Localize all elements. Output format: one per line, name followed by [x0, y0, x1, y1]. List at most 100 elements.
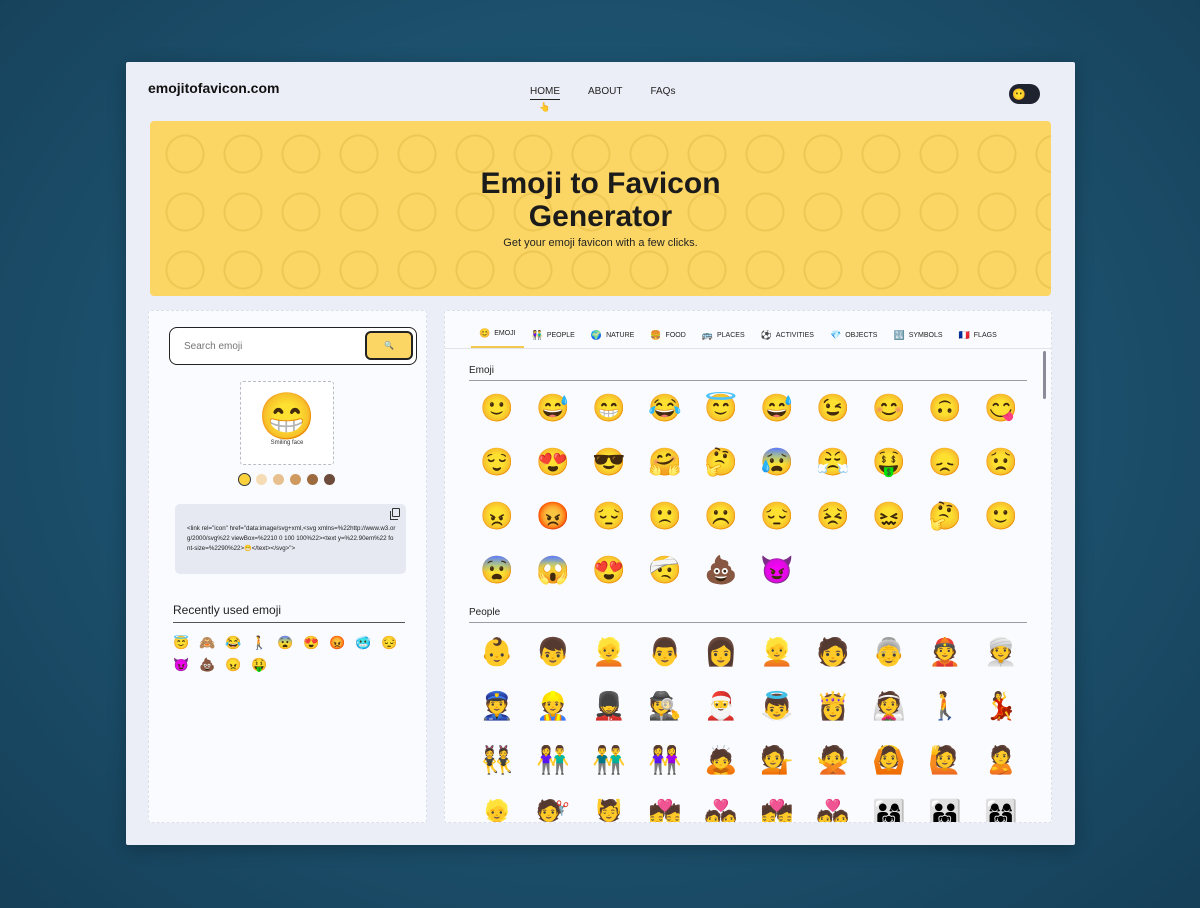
emoji-cell[interactable]: 👱 — [469, 799, 525, 822]
recent-emoji[interactable]: 😠 — [225, 657, 251, 673]
search-button[interactable]: 🔍 — [365, 331, 413, 360]
tab-places[interactable]: 🚌 PLACES — [694, 330, 753, 348]
emoji-cell[interactable]: 😅 — [525, 393, 581, 447]
recent-emoji[interactable]: 😇 — [173, 635, 199, 651]
theme-toggle[interactable]: 😶 — [1009, 84, 1040, 104]
skin-tone-swatch[interactable] — [273, 474, 284, 485]
search-input[interactable] — [170, 340, 360, 352]
emoji-cell[interactable]: 👱 — [581, 637, 637, 691]
emoji-cell[interactable]: 😈 — [749, 555, 805, 609]
tab-people[interactable]: 👫 PEOPLE — [524, 330, 583, 348]
emoji-cell[interactable]: 🎅 — [693, 691, 749, 745]
emoji-cell[interactable]: 😅 — [749, 393, 805, 447]
tab-activities[interactable]: ⚽ ACTIVITIES — [753, 330, 822, 348]
emoji-cell[interactable]: 👱 — [749, 637, 805, 691]
emoji-cell[interactable]: 💃 — [973, 691, 1029, 745]
nav-about[interactable]: ABOUT — [588, 86, 622, 100]
emoji-cell[interactable]: 😁 — [581, 393, 637, 447]
emoji-cell[interactable]: 👰 — [861, 691, 917, 745]
emoji-cell[interactable]: 😱 — [525, 555, 581, 609]
emoji-cell[interactable]: 🙋 — [917, 745, 973, 799]
emoji-cell[interactable]: 👲 — [917, 637, 973, 691]
nav-faqs[interactable]: FAQs — [650, 86, 675, 100]
recent-emoji[interactable]: 😍 — [303, 635, 329, 651]
emoji-cell[interactable]: 😣 — [805, 501, 861, 555]
emoji-cell[interactable]: 👷 — [525, 691, 581, 745]
emoji-cell[interactable]: 🕵️ — [637, 691, 693, 745]
emoji-cell[interactable]: 💑 — [693, 799, 749, 822]
emoji-cell[interactable]: 🙇 — [693, 745, 749, 799]
emoji-cell[interactable]: 🙁 — [637, 501, 693, 555]
emoji-cell[interactable]: 😟 — [973, 447, 1029, 501]
emoji-cell[interactable]: 💑 — [805, 799, 861, 822]
emoji-cell[interactable]: 😍 — [581, 555, 637, 609]
emoji-cell[interactable]: 💂 — [581, 691, 637, 745]
recent-emoji[interactable]: 🤑 — [251, 657, 277, 673]
emoji-cell[interactable]: 🧑 — [805, 637, 861, 691]
emoji-cell[interactable]: 😂 — [637, 393, 693, 447]
emoji-cell[interactable]: 😰 — [749, 447, 805, 501]
emoji-cell[interactable]: 👨‍👨‍👧 — [917, 799, 973, 822]
emoji-cell[interactable]: 👯 — [469, 745, 525, 799]
emoji-cell[interactable]: 😇 — [693, 393, 749, 447]
emoji-cell[interactable]: 👶 — [469, 637, 525, 691]
emoji-cell[interactable]: 👵 — [861, 637, 917, 691]
emoji-cell[interactable]: 🙂 — [973, 501, 1029, 555]
emoji-cell[interactable]: 😖 — [861, 501, 917, 555]
emoji-cell[interactable]: 🤔 — [917, 501, 973, 555]
emoji-cell[interactable]: 😎 — [581, 447, 637, 501]
emoji-cell[interactable]: 🙆 — [861, 745, 917, 799]
recent-emoji[interactable]: 😂 — [225, 635, 251, 651]
emoji-cell[interactable]: 👫 — [525, 745, 581, 799]
emoji-cell[interactable]: 😌 — [469, 447, 525, 501]
emoji-cell[interactable]: 👳 — [973, 637, 1029, 691]
skin-tone-swatch[interactable] — [324, 474, 335, 485]
emoji-cell[interactable]: 😍 — [525, 447, 581, 501]
recent-emoji[interactable]: 😔 — [381, 635, 407, 651]
emoji-cell[interactable]: 🙎 — [973, 745, 1029, 799]
scrollbar[interactable] — [1043, 351, 1046, 399]
tab-emoji[interactable]: 😊 EMOJI — [471, 328, 524, 348]
emoji-cell[interactable]: 💆 — [581, 799, 637, 822]
emoji-cell[interactable]: 🤗 — [637, 447, 693, 501]
emoji-cell[interactable]: 🤕 — [637, 555, 693, 609]
nav-home[interactable]: HOME — [530, 86, 560, 100]
emoji-cell[interactable]: 🤔 — [693, 447, 749, 501]
recent-emoji[interactable]: 💩 — [199, 657, 225, 673]
emoji-cell[interactable]: 💏 — [749, 799, 805, 822]
emoji-cell[interactable]: 😊 — [861, 393, 917, 447]
recent-emoji[interactable]: 😨 — [277, 635, 303, 651]
emoji-cell[interactable]: 😠 — [469, 501, 525, 555]
tab-nature[interactable]: 🌍 NATURE — [583, 330, 642, 348]
emoji-cell[interactable]: 👩‍👩‍👧 — [973, 799, 1029, 822]
emoji-cell[interactable]: 👭 — [637, 745, 693, 799]
emoji-cell[interactable]: 👼 — [749, 691, 805, 745]
emoji-cell[interactable]: 😉 — [805, 393, 861, 447]
recent-emoji[interactable]: 😡 — [329, 635, 355, 651]
emoji-cell[interactable]: 🙂 — [469, 393, 525, 447]
emoji-cell[interactable]: 🚶 — [917, 691, 973, 745]
emoji-cell[interactable]: 😔 — [749, 501, 805, 555]
recent-emoji[interactable]: 🙈 — [199, 635, 225, 651]
emoji-cell[interactable]: 👸 — [805, 691, 861, 745]
emoji-cell[interactable]: 😔 — [581, 501, 637, 555]
emoji-cell[interactable]: ☹️ — [693, 501, 749, 555]
emoji-cell[interactable]: 😡 — [525, 501, 581, 555]
site-logo[interactable]: emojitofavicon.com — [148, 80, 279, 96]
skin-tone-swatch[interactable] — [256, 474, 267, 485]
tab-flags[interactable]: 🇫🇷 FLAGS — [951, 330, 1005, 348]
skin-tone-swatch[interactable] — [290, 474, 301, 485]
recent-emoji[interactable]: 🚶 — [251, 635, 277, 651]
emoji-cell[interactable]: 👨 — [637, 637, 693, 691]
skin-tone-swatch[interactable] — [238, 473, 251, 486]
skin-tone-swatch[interactable] — [307, 474, 318, 485]
emoji-cell[interactable]: 🙃 — [917, 393, 973, 447]
emoji-cell[interactable]: 👬 — [581, 745, 637, 799]
emoji-cell[interactable]: 👮 — [469, 691, 525, 745]
emoji-cell[interactable]: 💁 — [749, 745, 805, 799]
emoji-cell[interactable]: 🤑 — [861, 447, 917, 501]
emoji-cell[interactable]: 🙅 — [805, 745, 861, 799]
tab-symbols[interactable]: 🔣 SYMBOLS — [885, 330, 950, 348]
emoji-cell[interactable]: 👨‍👩‍👧 — [861, 799, 917, 822]
recent-emoji[interactable]: 😈 — [173, 657, 199, 673]
